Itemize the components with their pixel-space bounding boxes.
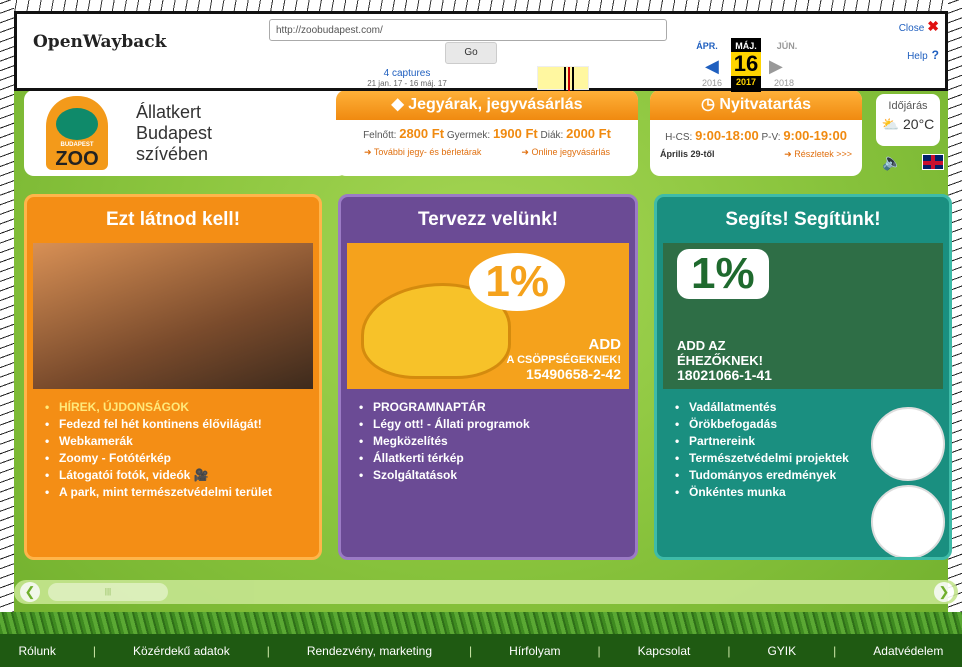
sound-icon[interactable]: 🔈 xyxy=(882,152,902,172)
list-item[interactable]: Szolgáltatások xyxy=(353,467,635,484)
next-month-label: JÚN. xyxy=(776,41,798,51)
scroll-right-icon[interactable]: ❯ xyxy=(934,582,954,602)
student-price: 2000 Ft xyxy=(566,126,611,141)
one-percent-banner-teal[interactable]: 1% ADD AZ ÉHEZŐKNEK! 18021066-1-41 xyxy=(663,243,943,389)
wayback-help-button[interactable]: Help? xyxy=(907,48,939,62)
column-plan-with-us: Tervezz velünk! 1% ADD A CSÖPPSÉGEKNEK! … xyxy=(338,194,638,560)
grass-decoration xyxy=(0,612,962,634)
current-day-label: 16 xyxy=(731,52,761,76)
prev-year-label[interactable]: 2016 xyxy=(697,78,727,88)
wayback-close-button[interactable]: Close ✖ xyxy=(899,18,939,35)
next-capture-arrow-icon: ▶ xyxy=(769,56,783,76)
list-item[interactable]: PROGRAMNAPTÁR xyxy=(353,399,635,416)
column-plan-title[interactable]: Tervezz velünk! xyxy=(341,197,635,243)
captures-range: 21 jan. 17 - 16 máj. 17 xyxy=(367,79,447,88)
footer-link-privacy[interactable]: Adatvédelem xyxy=(873,644,943,658)
list-item[interactable]: Légy ott! - Állati programok xyxy=(353,416,635,433)
tax-account-number: 15490658-2-42 xyxy=(526,366,621,382)
hours-details-link[interactable]: ➜ Részletek >>> xyxy=(784,149,852,160)
footer-link-feed[interactable]: Hírfolyam xyxy=(509,644,560,658)
opening-hours-panel: ◷ Nyitvatartás H-CS: 9:00-18:00 P-V: 9:0… xyxy=(650,90,862,176)
column-must-see-title[interactable]: Ezt látnod kell! xyxy=(27,197,319,243)
next-year-label: 2018 xyxy=(773,78,795,88)
weather-temp: ⛅ 20°C xyxy=(881,116,935,132)
list-item[interactable]: Látogatói fotók, videók 🎥 xyxy=(39,467,319,484)
list-item[interactable]: Fedezd fel hét kontinens élővilágát! xyxy=(39,416,319,433)
horizontal-scrollbar[interactable]: ❮ ||| ❯ xyxy=(14,580,958,604)
wayback-toolbar: OpenWayback Go 4 captures 21 jan. 17 - 1… xyxy=(14,11,948,92)
column-help-title[interactable]: Segíts! Segítünk! xyxy=(657,197,949,243)
adult-price: 2800 Ft xyxy=(399,126,445,141)
column-must-see: Ezt látnod kell! HÍREK, ÚJDONSÁGOK Fedez… xyxy=(24,194,322,560)
wayback-logo[interactable]: OpenWayback xyxy=(33,32,166,52)
footer-link-events[interactable]: Rendezvény, marketing xyxy=(307,644,432,658)
list-item[interactable]: Zoomy - Fotótérkép xyxy=(39,450,319,467)
more-tickets-link[interactable]: ➜ További jegy- és bérletárak xyxy=(364,147,481,158)
birds-badge-icon[interactable] xyxy=(871,485,945,557)
column-help-us: Segíts! Segítünk! 1% ADD AZ ÉHEZŐKNEK! 1… xyxy=(654,194,952,560)
captures-count[interactable]: 4 captures xyxy=(384,68,431,79)
tax-account-number: 18021066-1-41 xyxy=(677,367,772,383)
badge-zoo-text: ZOO xyxy=(55,148,99,170)
elephant-icon xyxy=(56,108,98,140)
percent-badge: 1% xyxy=(677,249,769,299)
prev-month-label[interactable]: ÁPR. xyxy=(687,41,727,51)
percent-badge: 1% xyxy=(469,253,565,311)
current-capture-date: MÁJ. 16 2017 xyxy=(731,38,761,92)
must-see-list: HÍREK, ÚJDONSÁGOK Fedezd fel hét kontine… xyxy=(27,389,319,501)
footer-link-contact[interactable]: Kapcsolat xyxy=(638,644,691,658)
captures-sparkline[interactable] xyxy=(537,66,589,91)
close-icon: ✖ xyxy=(927,18,939,34)
child-price: 1900 Ft xyxy=(492,126,538,141)
current-year-label: 2017 xyxy=(735,77,757,87)
help-icon: ? xyxy=(931,48,939,62)
wayback-go-button[interactable]: Go xyxy=(445,42,497,64)
wayback-url-input[interactable] xyxy=(269,19,667,41)
list-item[interactable]: A park, mint természetvédelmi terület xyxy=(39,484,319,501)
left-vine-border xyxy=(0,0,14,667)
online-tickets-link[interactable]: ➜ Online jegyvásárlás xyxy=(521,147,610,158)
clock-icon: ◷ xyxy=(700,96,720,113)
anteater-photo[interactable] xyxy=(33,243,313,389)
hours-from: Április 29-től xyxy=(660,149,715,159)
list-item[interactable]: HÍREK, ÚJDONSÁGOK xyxy=(39,399,319,416)
logo-line-3: szívében xyxy=(136,144,209,164)
zoo-logo[interactable]: BUDAPEST ZOO Állatkert Budapest szívében xyxy=(24,90,348,176)
scroll-left-icon[interactable]: ❮ xyxy=(20,582,40,602)
opening-hours: H-CS: 9:00-18:00 P-V: 9:00-19:00 xyxy=(665,128,847,143)
add-banner-text: ADD AZ ÉHEZŐKNEK! 18021066-1-41 xyxy=(677,338,772,383)
weather-widget[interactable]: Időjárás ⛅ 20°C xyxy=(876,94,940,146)
tickets-title[interactable]: ◆ Jegyárak, jegyvásárlás xyxy=(336,90,638,120)
list-item[interactable]: Megközelítés xyxy=(353,433,635,450)
tickets-panel: ◆ Jegyárak, jegyvásárlás Felnőtt: 2800 F… xyxy=(336,90,638,176)
list-item[interactable]: Webkamerák xyxy=(39,433,319,450)
current-month-label: MÁJ. xyxy=(735,41,757,51)
footer-link-faq[interactable]: GYIK xyxy=(767,644,796,658)
logo-line-1: Állatkert xyxy=(136,102,202,122)
camera-icon: 🎥 xyxy=(193,468,209,482)
add-banner-text: ADD A CSÖPPSÉGEKNEK! 15490658-2-42 xyxy=(506,336,621,382)
logo-tagline: Állatkert Budapest szívében xyxy=(136,102,212,165)
list-item[interactable]: Állatkerti térkép xyxy=(353,450,635,467)
opening-hours-title[interactable]: ◷ Nyitvatartás xyxy=(650,90,862,120)
zoo-badge-icon: BUDAPEST ZOO xyxy=(46,96,108,170)
footer-link-about[interactable]: Rólunk xyxy=(19,644,56,658)
ticket-icon: ◆ xyxy=(391,96,409,113)
english-flag-icon[interactable] xyxy=(922,154,944,170)
stork-badge-icon[interactable] xyxy=(871,407,945,481)
plan-list: PROGRAMNAPTÁR Légy ott! - Állati program… xyxy=(341,389,635,484)
scroll-thumb[interactable]: ||| xyxy=(48,583,168,601)
logo-line-2: Budapest xyxy=(136,123,213,143)
weather-label: Időjárás xyxy=(888,100,928,112)
cloud-sun-icon: ⛅ xyxy=(881,116,900,132)
footer-nav: Rólunk | Közérdekű adatok | Rendezvény, … xyxy=(0,634,962,667)
ticket-prices: Felnőtt: 2800 Ft Gyermek: 1900 Ft Diák: … xyxy=(363,126,611,141)
footer-link-public-data[interactable]: Közérdekű adatok xyxy=(133,644,230,658)
one-percent-banner-purple[interactable]: 1% ADD A CSÖPPSÉGEKNEK! 15490658-2-42 xyxy=(347,243,629,389)
captures-summary[interactable]: 4 captures 21 jan. 17 - 16 máj. 17 xyxy=(347,68,467,88)
prev-capture-arrow-icon[interactable]: ◀ xyxy=(705,56,719,77)
